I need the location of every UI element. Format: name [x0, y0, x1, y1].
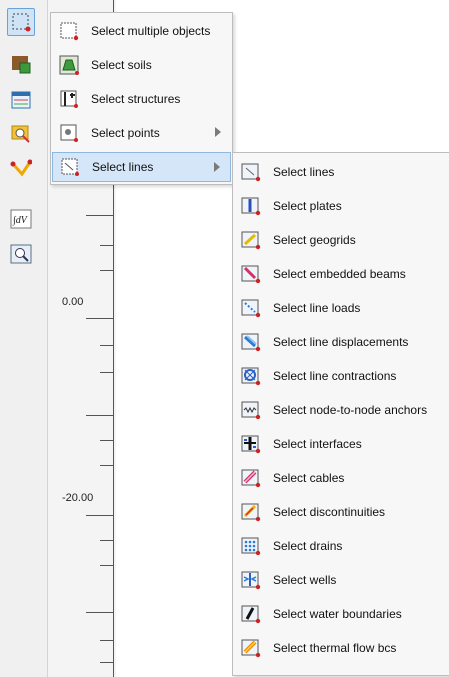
table-tool-button[interactable]	[7, 86, 35, 114]
submenu-item-select-node-to-node-anchors[interactable]: Select node-to-node anchors	[234, 395, 449, 425]
submenu-item-select-interfaces[interactable]: Select interfaces	[234, 429, 449, 459]
soil-block-icon	[12, 56, 31, 74]
submenu-item-select-thermal-flow-bcs[interactable]: Select thermal flow bcs	[234, 633, 449, 663]
menu-item-select-soils[interactable]: Select soils	[52, 50, 231, 80]
submenu-item-select-drains[interactable]: Select drains	[234, 531, 449, 561]
menu-item-select-points[interactable]: Select points	[52, 118, 231, 148]
view-tool-button[interactable]	[7, 120, 35, 148]
ruler-tick	[100, 640, 113, 641]
ruler-tick	[86, 612, 113, 613]
selection-rectangle-icon	[12, 13, 31, 32]
submenu-item-label: Select lines	[273, 165, 335, 179]
ruler-tick	[100, 345, 113, 346]
thermal-flow-icon	[240, 637, 262, 659]
menu-item-label: Select structures	[91, 92, 181, 106]
ruler-tick	[100, 565, 113, 566]
ruler-tick	[86, 515, 113, 516]
table-icon	[11, 91, 31, 109]
well-icon	[240, 569, 262, 591]
multi-select-icon	[58, 20, 80, 42]
submenu-item-label: Select interfaces	[273, 437, 362, 451]
ruler-tick	[100, 245, 113, 246]
zoom-window-icon	[10, 244, 32, 264]
menu-item-label: Select multiple objects	[91, 24, 211, 38]
submenu-item-select-line-contractions[interactable]: Select line contractions	[234, 361, 449, 391]
polyline-icon	[10, 159, 32, 177]
submenu-item-select-wells[interactable]: Select wells	[234, 565, 449, 595]
submenu-item-label: Select water boundaries	[273, 607, 402, 621]
anchor-icon	[240, 399, 262, 421]
magnifier-icon	[11, 125, 30, 143]
submenu-item-select-lines[interactable]: Select lines	[234, 157, 449, 187]
submenu-item-select-water-boundaries[interactable]: Select water boundaries	[234, 599, 449, 629]
submenu-item-label: Select line loads	[273, 301, 361, 315]
submenu-item-select-line-displacements[interactable]: Select line displacements	[234, 327, 449, 357]
menu-item-label: Select lines	[92, 160, 154, 174]
integral-icon: ∫dV	[10, 209, 32, 229]
submenu-item-select-geogrids[interactable]: Select geogrids	[234, 225, 449, 255]
line-select-icon	[59, 156, 81, 178]
menu-item-select-multiple-objects[interactable]: Select multiple objects	[52, 16, 231, 46]
submenu-item-label: Select cables	[273, 471, 345, 485]
menu-item-label: Select points	[91, 126, 160, 140]
ruler-tick	[86, 318, 113, 319]
submenu-item-select-cables[interactable]: Select cables	[234, 463, 449, 493]
submenu-item-label: Select wells	[273, 573, 337, 587]
submenu-item-select-embedded-beams[interactable]: Select embedded beams	[234, 259, 449, 289]
line-tool-button[interactable]	[7, 155, 35, 183]
line-contraction-icon	[240, 365, 262, 387]
line-load-icon	[240, 297, 262, 319]
ruler-tick	[100, 440, 113, 441]
svg-text:∫dV: ∫dV	[12, 215, 29, 226]
formula-tool-button[interactable]: ∫dV	[7, 205, 35, 233]
ruler-label-minus-20: -20.00	[62, 492, 94, 504]
submenu-item-label: Select line contractions	[273, 369, 397, 383]
soil-tool-button[interactable]	[7, 50, 35, 78]
menu-item-label: Select soils	[91, 58, 152, 72]
submenu-item-select-discontinuities[interactable]: Select discontinuities	[234, 497, 449, 527]
submenu-item-label: Select drains	[273, 539, 343, 553]
lines-submenu: Select lines Select plates Select geogri…	[232, 152, 449, 676]
submenu-item-label: Select discontinuities	[273, 505, 386, 519]
submenu-item-label: Select thermal flow bcs	[273, 641, 397, 655]
point-select-icon	[58, 122, 80, 144]
soil-select-icon	[58, 54, 80, 76]
submenu-item-label: Select geogrids	[273, 233, 356, 247]
selection-tool-button[interactable]	[7, 8, 35, 36]
ruler-tick	[100, 270, 113, 271]
zoom-tool-button[interactable]	[7, 240, 35, 268]
submenu-item-label: Select node-to-node anchors	[273, 403, 428, 417]
select-menu: Select multiple objects Select soils Sel…	[50, 12, 233, 185]
submenu-arrow-icon	[214, 162, 220, 172]
ruler-label-0: 0.00	[62, 296, 84, 308]
ruler-tick	[100, 540, 113, 541]
left-toolbar: ∫dV	[0, 0, 48, 677]
drain-icon	[240, 535, 262, 557]
ruler-tick	[100, 662, 113, 663]
menu-item-select-lines[interactable]: Select lines	[52, 152, 231, 182]
submenu-item-label: Select plates	[273, 199, 342, 213]
line-displacement-icon	[240, 331, 262, 353]
submenu-item-select-line-loads[interactable]: Select line loads	[234, 293, 449, 323]
discontinuity-icon	[240, 501, 262, 523]
line-icon	[240, 161, 262, 183]
submenu-item-select-plates[interactable]: Select plates	[234, 191, 449, 221]
ruler-tick	[100, 372, 113, 373]
interface-icon	[240, 433, 262, 455]
ruler-tick	[86, 415, 113, 416]
submenu-item-label: Select line displacements	[273, 335, 409, 349]
geogrid-icon	[240, 229, 262, 251]
embedded-beam-icon	[240, 263, 262, 285]
ruler-tick	[86, 215, 113, 216]
plate-icon	[240, 195, 262, 217]
ruler-tick	[100, 465, 113, 466]
submenu-arrow-icon	[215, 127, 221, 137]
structure-select-icon	[58, 88, 80, 110]
water-boundary-icon	[240, 603, 262, 625]
menu-item-select-structures[interactable]: Select structures	[52, 84, 231, 114]
cable-icon	[240, 467, 262, 489]
submenu-item-label: Select embedded beams	[273, 267, 406, 281]
